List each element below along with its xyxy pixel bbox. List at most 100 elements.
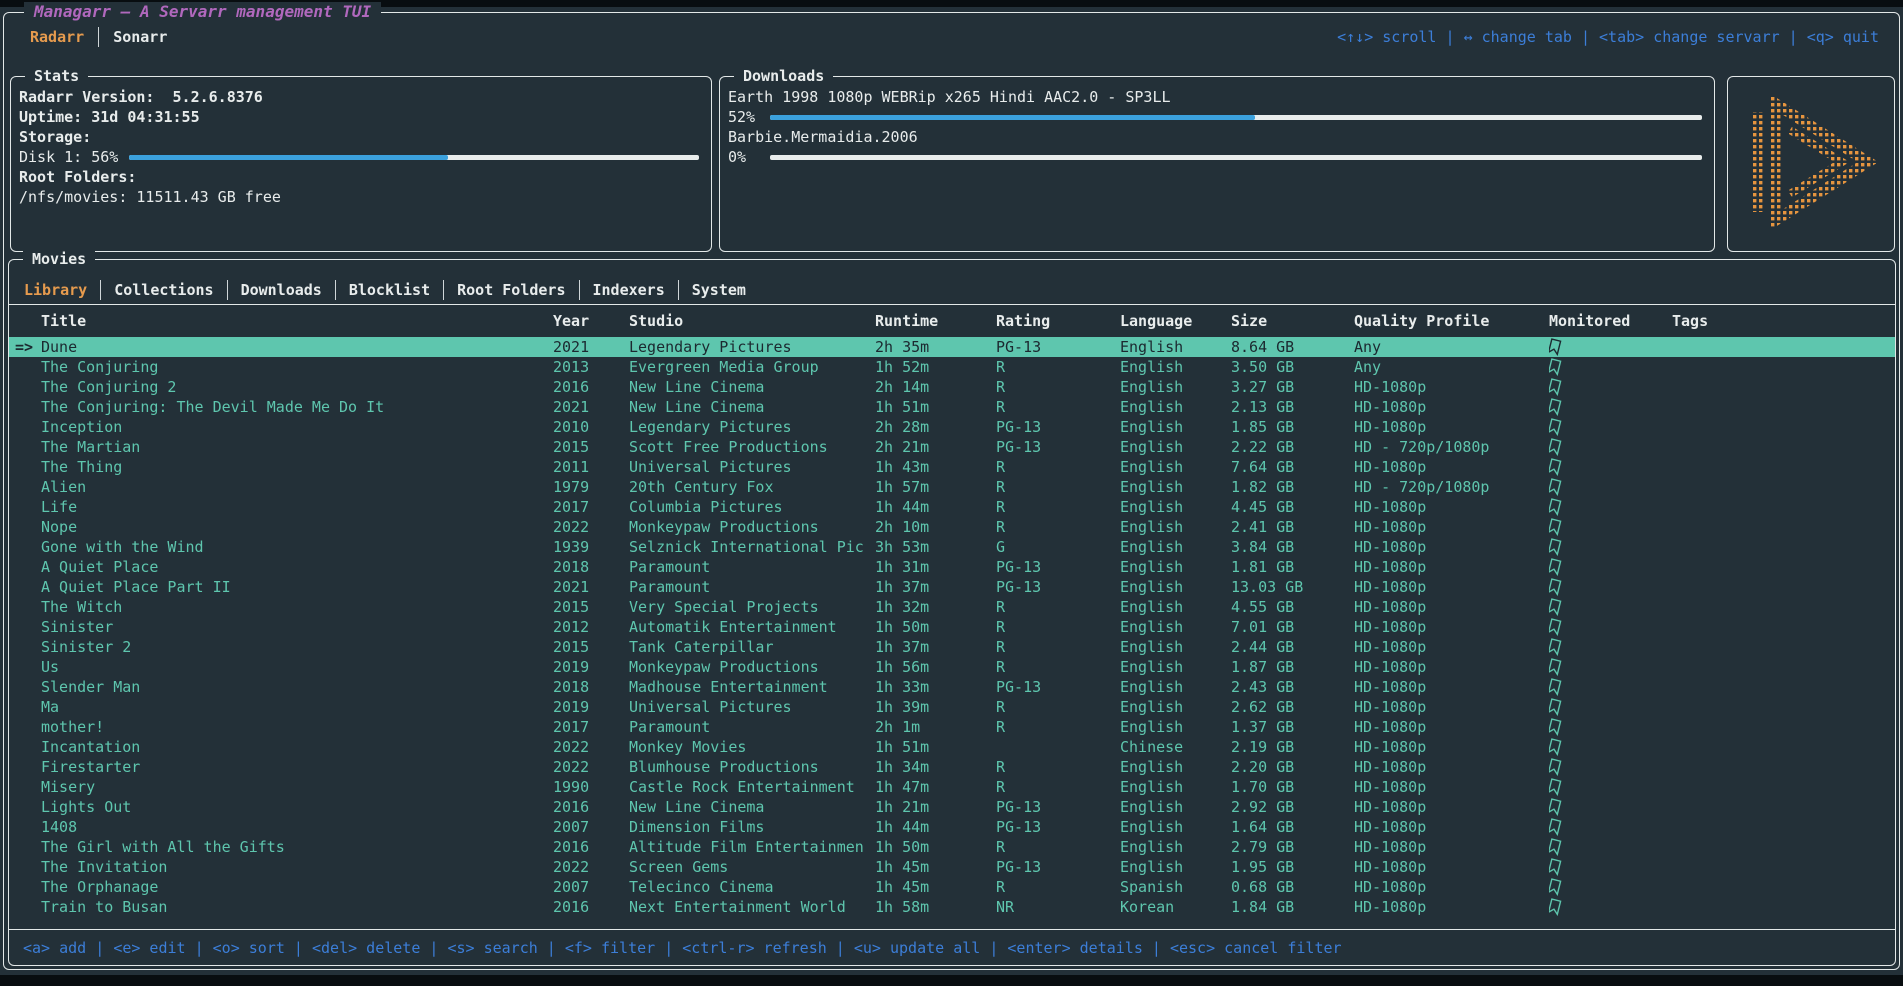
cell-size: 3.84 GB (1231, 537, 1354, 557)
cell-studio: Screen Gems (629, 857, 875, 877)
servarr-tab-sonarr[interactable]: Sonarr (99, 28, 181, 46)
table-row[interactable]: The Conjuring 22016New Line Cinema2h 14m… (9, 377, 1895, 397)
cell-language: English (1120, 557, 1231, 577)
movies-tab-blocklist[interactable]: Blocklist (336, 281, 443, 299)
cell-language: English (1120, 677, 1231, 697)
managarr-logo-icon (1746, 96, 1876, 232)
cell-runtime: 2h 14m (875, 377, 996, 397)
table-row[interactable]: The Thing2011Universal Pictures1h 43mREn… (9, 457, 1895, 477)
cell-quality-profile: HD-1080p (1354, 617, 1549, 637)
global-keyboard-hints: <↑↓> scroll | ↔ change tab | <tab> chang… (1337, 28, 1879, 46)
cell-year: 2019 (553, 657, 629, 677)
cell-rating: R (996, 457, 1120, 477)
cell-year: 2010 (553, 417, 629, 437)
column-header-title: Title (41, 312, 553, 330)
cell-runtime: 1h 45m (875, 877, 996, 897)
table-row[interactable]: Inception2010Legendary Pictures2h 28mPG-… (9, 417, 1895, 437)
movies-tab-system[interactable]: System (679, 281, 759, 299)
cell-monitored (1549, 417, 1672, 437)
cell-rating: PG-13 (996, 857, 1120, 877)
table-row[interactable]: Ma2019Universal Pictures1h 39mREnglish2.… (9, 697, 1895, 717)
table-row[interactable]: Lights Out2016New Line Cinema1h 21mPG-13… (9, 797, 1895, 817)
movies-tab-downloads[interactable]: Downloads (228, 281, 335, 299)
cell-language: English (1120, 397, 1231, 417)
stats-line: Uptime: 31d 04:31:55 (19, 107, 703, 127)
table-row[interactable]: Gone with the Wind1939Selznick Internati… (9, 537, 1895, 557)
table-row[interactable]: Us2019Monkeypaw Productions1h 56mREnglis… (9, 657, 1895, 677)
cell-tags (1672, 417, 1895, 437)
cell-tags (1672, 637, 1895, 657)
cell-runtime: 1h 34m (875, 757, 996, 777)
table-row[interactable]: Nope2022Monkeypaw Productions2h 10mREngl… (9, 517, 1895, 537)
logo-panel (1727, 76, 1895, 252)
cell-studio: Altitude Film Entertainmen (629, 837, 875, 857)
cell-monitored (1549, 857, 1672, 877)
table-row[interactable]: The Conjuring2013Evergreen Media Group1h… (9, 357, 1895, 377)
disk-usage-label: Disk 1: 56% (19, 147, 119, 167)
movies-tab-root-folders[interactable]: Root Folders (444, 281, 578, 299)
bookmark-icon (1549, 758, 1562, 776)
cell-size: 1.95 GB (1231, 857, 1354, 877)
cell-size: 7.64 GB (1231, 457, 1354, 477)
table-row[interactable]: A Quiet Place Part II2021Paramount1h 37m… (9, 577, 1895, 597)
cell-size: 1.87 GB (1231, 657, 1354, 677)
cell-tags (1672, 537, 1895, 557)
table-row[interactable]: The Invitation2022Screen Gems1h 45mPG-13… (9, 857, 1895, 877)
table-row[interactable]: Firestarter2022Blumhouse Productions1h 3… (9, 757, 1895, 777)
selection-marker (9, 777, 41, 797)
cell-monitored (1549, 477, 1672, 497)
movies-tab-library[interactable]: Library (11, 281, 100, 299)
cell-rating: NR (996, 897, 1120, 917)
movies-table-header: TitleYearStudioRuntimeRatingLanguageSize… (9, 305, 1895, 337)
cell-title: Dune (41, 337, 553, 357)
cell-studio: Blumhouse Productions (629, 757, 875, 777)
movies-tab-collections[interactable]: Collections (101, 281, 226, 299)
app-title: Managarr – A Servarr management TUI (24, 2, 381, 22)
cell-tags (1672, 757, 1895, 777)
cell-quality-profile: HD-1080p (1354, 417, 1549, 437)
table-row[interactable]: Alien197920th Century Fox1h 57mREnglish1… (9, 477, 1895, 497)
table-row[interactable]: Misery1990Castle Rock Entertainment1h 47… (9, 777, 1895, 797)
table-row[interactable]: Sinister 22015Tank Caterpillar1h 37mREng… (9, 637, 1895, 657)
cell-studio: Selznick International Pic (629, 537, 875, 557)
table-row[interactable]: The Witch2015Very Special Projects1h 32m… (9, 597, 1895, 617)
column-header-year: Year (553, 312, 629, 330)
movies-panel: Movies LibraryCollectionsDownloadsBlockl… (8, 259, 1896, 966)
cell-studio: Paramount (629, 577, 875, 597)
cell-rating: R (996, 877, 1120, 897)
cell-studio: Monkey Movies (629, 737, 875, 757)
cell-title: Incantation (41, 737, 553, 757)
cell-quality-profile: HD-1080p (1354, 777, 1549, 797)
table-row[interactable]: 14082007Dimension Films1h 44mPG-13Englis… (9, 817, 1895, 837)
cell-tags (1672, 797, 1895, 817)
cell-year: 1979 (553, 477, 629, 497)
cell-tags (1672, 597, 1895, 617)
selection-marker (9, 657, 41, 677)
table-row[interactable]: The Girl with All the Gifts2016Altitude … (9, 837, 1895, 857)
table-row[interactable]: The Conjuring: The Devil Made Me Do It20… (9, 397, 1895, 417)
selection-marker (9, 357, 41, 377)
table-row[interactable]: Incantation2022Monkey Movies1h 51mChines… (9, 737, 1895, 757)
table-row[interactable]: mother!2017Paramount2h 1mREnglish1.37 GB… (9, 717, 1895, 737)
table-row[interactable]: Life2017Columbia Pictures1h 44mREnglish4… (9, 497, 1895, 517)
hint-add: <a> add (23, 939, 86, 957)
selection-marker (9, 457, 41, 477)
cell-monitored (1549, 677, 1672, 697)
movies-tab-indexers[interactable]: Indexers (580, 281, 678, 299)
table-row[interactable]: =>Dune2021Legendary Pictures2h 35mPG-13E… (9, 337, 1895, 357)
cell-year: 2021 (553, 337, 629, 357)
table-row[interactable]: The Martian2015Scott Free Productions2h … (9, 437, 1895, 457)
cell-language: English (1120, 517, 1231, 537)
hint-separator: | (655, 939, 682, 957)
table-row[interactable]: Sinister2012Automatik Entertainment1h 50… (9, 617, 1895, 637)
bookmark-icon (1549, 718, 1562, 736)
cell-tags (1672, 737, 1895, 757)
column-header-rating: Rating (996, 312, 1120, 330)
hint-separator: | (1143, 939, 1170, 957)
servarr-tab-radarr[interactable]: Radarr (16, 28, 98, 46)
table-row[interactable]: The Orphanage2007Telecinco Cinema1h 45mR… (9, 877, 1895, 897)
cell-runtime: 1h 50m (875, 837, 996, 857)
table-row[interactable]: Train to Busan2016Next Entertainment Wor… (9, 897, 1895, 917)
table-row[interactable]: Slender Man2018Madhouse Entertainment1h … (9, 677, 1895, 697)
table-row[interactable]: A Quiet Place2018Paramount1h 31mPG-13Eng… (9, 557, 1895, 577)
